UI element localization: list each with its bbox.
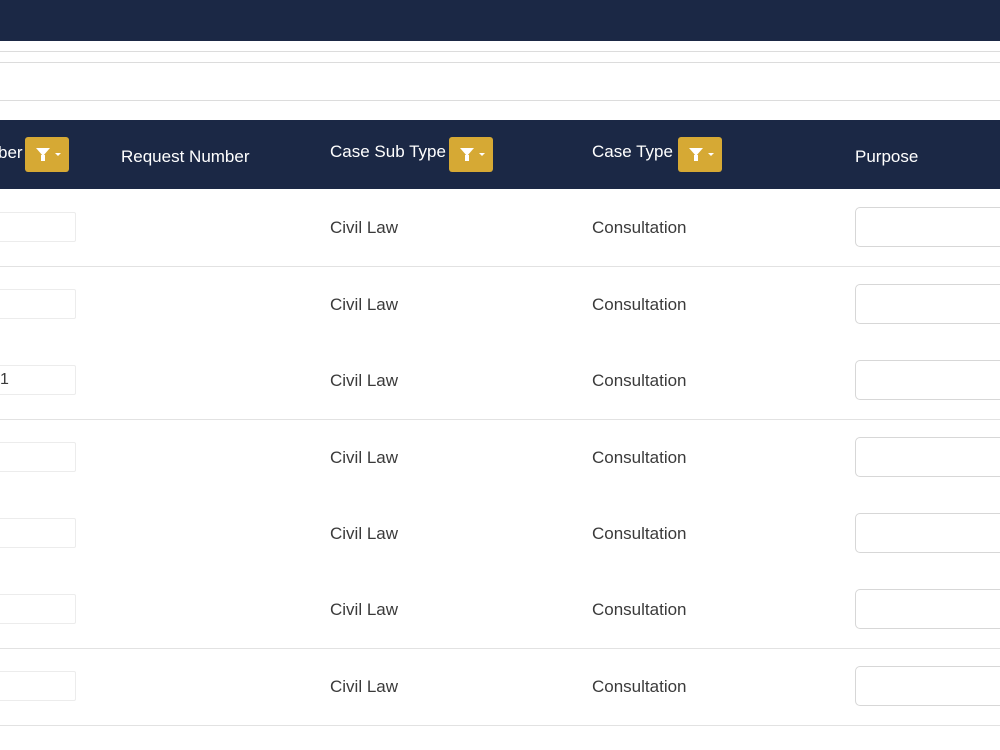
table-header: ber Request Number Case Sub Type Case Ty… [0, 120, 1000, 189]
case-sub-type-cell: Civil Law [330, 677, 399, 696]
number-field[interactable] [0, 594, 76, 624]
search-strip[interactable] [0, 62, 1000, 100]
table-row[interactable]: 1 Civil Law Consultation [0, 343, 1000, 420]
table-row[interactable]: Civil Law Consultation [0, 420, 1000, 497]
number-field[interactable] [0, 289, 76, 319]
case-type-cell: Consultation [592, 448, 687, 467]
table-row[interactable]: Civil Law Consultation [0, 649, 1000, 726]
column-header-case-type[interactable]: Case Type [592, 142, 673, 162]
case-sub-type-cell: Civil Law [330, 218, 399, 237]
column-header-case-sub-type[interactable]: Case Sub Type [330, 142, 446, 162]
purpose-input[interactable] [855, 437, 1000, 477]
funnel-stem [41, 155, 45, 161]
purpose-input[interactable] [855, 666, 1000, 706]
number-field[interactable] [0, 212, 76, 242]
purpose-input[interactable] [855, 207, 1000, 247]
purpose-input[interactable] [855, 589, 1000, 629]
divider [0, 100, 1000, 101]
case-sub-type-filter-button[interactable] [449, 137, 493, 172]
number-field[interactable] [0, 671, 76, 701]
column-header-number: ber [0, 143, 23, 162]
table-row[interactable]: Civil Law Consultation [0, 267, 1000, 344]
table-row[interactable]: Civil Law Consultation [0, 190, 1000, 267]
funnel-stem [694, 155, 698, 161]
divider [0, 62, 1000, 63]
column-header-request-number[interactable]: Request Number [121, 147, 250, 167]
case-type-cell: Consultation [592, 295, 687, 314]
caret-down-icon [708, 153, 714, 156]
case-type-cell: Consultation [592, 218, 687, 237]
top-navigation-bar [0, 0, 1000, 41]
divider [0, 51, 1000, 52]
number-field[interactable] [0, 518, 76, 548]
case-type-cell: Consultation [592, 600, 687, 619]
caret-down-icon [55, 153, 61, 156]
case-sub-type-cell: Civil Law [330, 371, 399, 390]
number-field[interactable] [0, 442, 76, 472]
case-sub-type-cell: Civil Law [330, 448, 399, 467]
column-header-purpose[interactable]: Purpose [855, 147, 918, 167]
number-filter-button[interactable] [25, 137, 69, 172]
purpose-input[interactable] [855, 284, 1000, 324]
table-row[interactable]: Civil Law Consultation [0, 572, 1000, 649]
number-value: 1 [0, 371, 9, 388]
purpose-input[interactable] [855, 360, 1000, 400]
purpose-input[interactable] [855, 513, 1000, 553]
table-row[interactable]: Civil Law Consultation [0, 496, 1000, 573]
case-type-cell: Consultation [592, 524, 687, 543]
case-type-cell: Consultation [592, 371, 687, 390]
caret-down-icon [479, 153, 485, 156]
case-sub-type-cell: Civil Law [330, 295, 399, 314]
case-sub-type-cell: Civil Law [330, 524, 399, 543]
case-type-cell: Consultation [592, 677, 687, 696]
number-field[interactable]: 1 [0, 365, 76, 395]
case-sub-type-cell: Civil Law [330, 600, 399, 619]
funnel-stem [465, 155, 469, 161]
case-type-filter-button[interactable] [678, 137, 722, 172]
